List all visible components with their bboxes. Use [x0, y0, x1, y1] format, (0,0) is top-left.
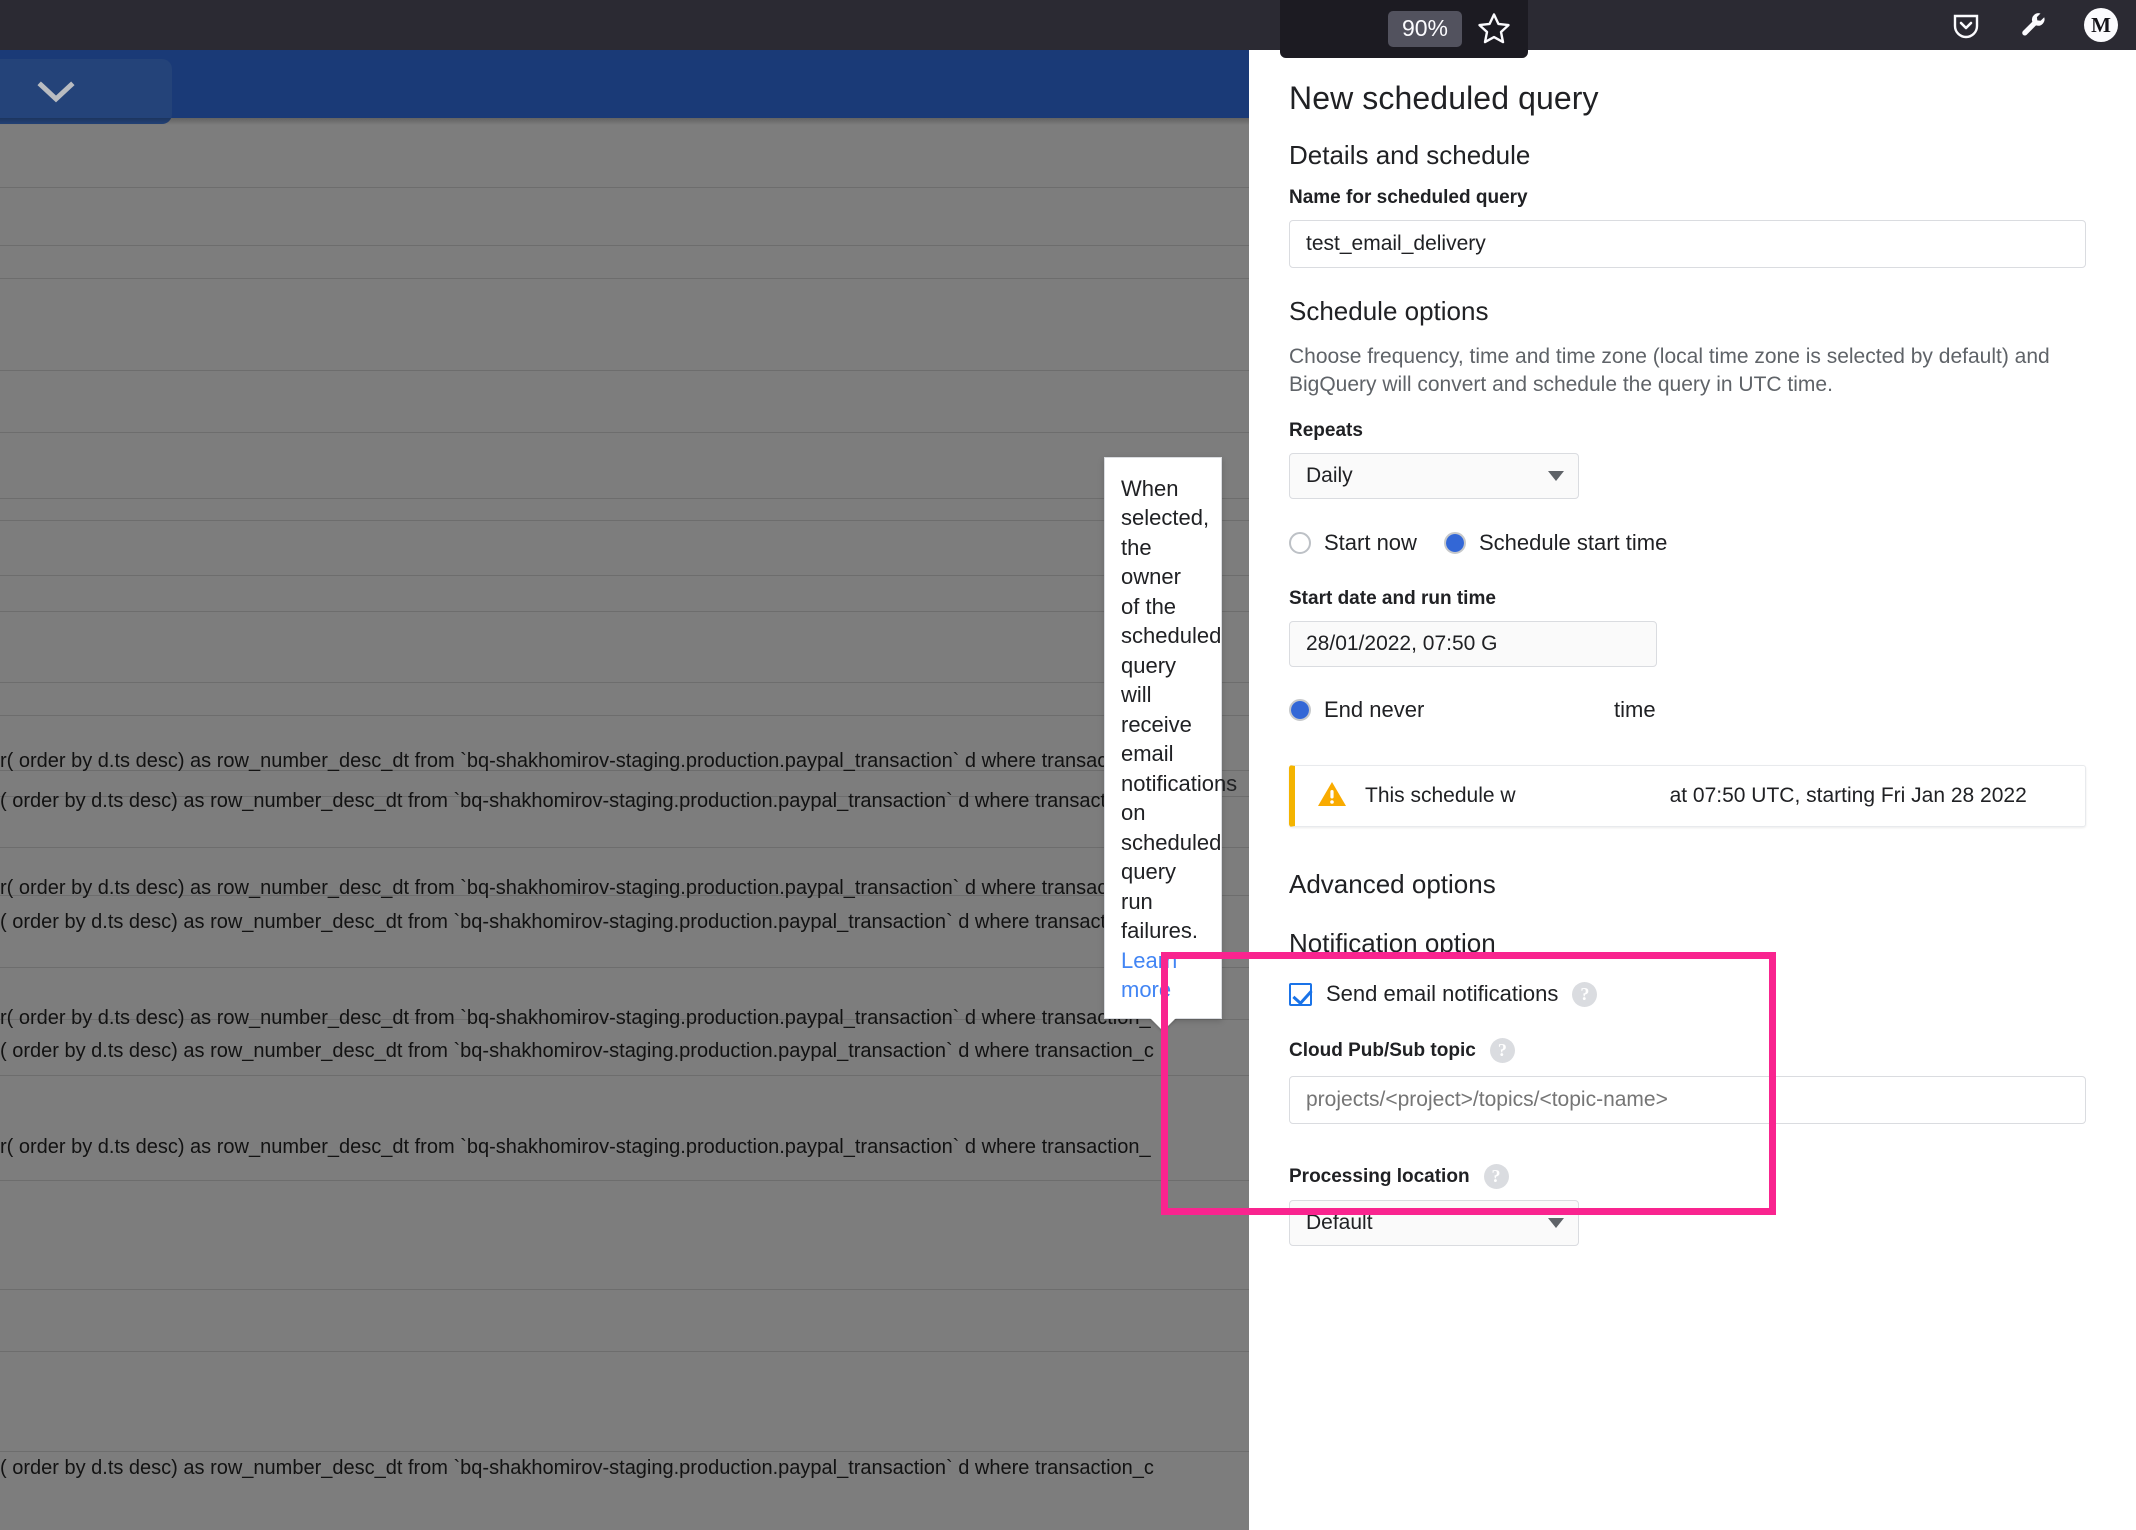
table-row [0, 279, 1250, 371]
table-row [0, 521, 1250, 576]
table-row [0, 576, 1250, 612]
console-blue-header [0, 50, 1250, 118]
sql-text-line: r( order by d.ts desc) as row_number_des… [0, 1136, 1260, 1159]
chevron-down-icon [1548, 471, 1564, 481]
table-row [0, 125, 1250, 188]
header-shadow [0, 118, 1250, 125]
radio-indicator [1444, 532, 1466, 554]
repeats-select[interactable]: Daily [1289, 453, 1579, 499]
processing-location-label: Processing location [1289, 1166, 1470, 1188]
radio-schedule-end-time[interactable]: time [1444, 697, 1656, 723]
warning-text-left: This schedule w [1365, 784, 1516, 808]
page-title: New scheduled query [1289, 80, 2096, 117]
table-row [0, 1181, 1250, 1290]
browser-toolbar: M [0, 0, 2136, 50]
radio-label: time [1614, 697, 1656, 723]
table-row [0, 1076, 1250, 1181]
help-circle-icon[interactable]: ? [1484, 1164, 1509, 1189]
processing-location-value: Default [1306, 1211, 1373, 1235]
warning-triangle-icon [1317, 780, 1347, 813]
table-row [0, 499, 1250, 521]
scheduled-query-name-input[interactable] [1289, 220, 2086, 268]
radio-start-now[interactable]: Start now [1289, 530, 1444, 556]
chevron-down-icon [34, 79, 78, 105]
radio-indicator [1289, 699, 1311, 721]
tooltip-body: When selected, the owner of the schedule… [1121, 476, 1237, 943]
schedule-helper-text: Choose frequency, time and time zone (lo… [1289, 343, 2089, 398]
radio-schedule-start-time[interactable]: Schedule start time [1444, 530, 1667, 556]
sql-text-line: ( order by d.ts desc) as row_number_desc… [0, 911, 1260, 934]
repeats-label: Repeats [1289, 420, 2096, 442]
browser-toolbar-icons: M [1950, 0, 2118, 50]
table-row [0, 683, 1250, 716]
radio-indicator [1289, 532, 1311, 554]
table-row [0, 1352, 1250, 1452]
chevron-down-icon [1548, 1218, 1564, 1228]
table-row [0, 246, 1250, 279]
pocket-icon[interactable] [1950, 9, 1982, 41]
send-email-notifications-label: Send email notifications [1326, 981, 1558, 1007]
wrench-icon[interactable] [2018, 10, 2048, 40]
table-row [0, 433, 1250, 499]
sql-text-line: ( order by d.ts desc) as row_number_desc… [0, 1457, 1260, 1480]
sql-text-line: r( order by d.ts desc) as row_number_des… [0, 1007, 1260, 1030]
repeats-selected-value: Daily [1306, 464, 1353, 488]
radio-label: End never [1324, 697, 1424, 723]
start-mode-radio-group: Start now Schedule start time [1289, 530, 2096, 556]
pubsub-label-row: Cloud Pub/Sub topic ? [1289, 1038, 2096, 1063]
table-row [0, 188, 1250, 246]
help-circle-icon[interactable]: ? [1572, 982, 1597, 1007]
details-section-heading: Details and schedule [1289, 140, 2096, 171]
start-date-label: Start date and run time [1289, 588, 2096, 610]
send-email-notifications-row[interactable]: Send email notifications ? [1289, 981, 2096, 1007]
screenshot-root: r( order by d.ts desc) as row_number_des… [0, 0, 2136, 1530]
sql-text-line: r( order by d.ts desc) as row_number_des… [0, 750, 1260, 773]
pubsub-topic-input[interactable] [1289, 1076, 2086, 1124]
sql-text-line: ( order by d.ts desc) as row_number_desc… [0, 790, 1260, 813]
table-row [0, 1290, 1250, 1352]
processing-location-label-row: Processing location ? [1289, 1164, 2096, 1189]
new-scheduled-query-panel: New scheduled query Details and schedule… [1249, 50, 2136, 1530]
zoom-level-badge[interactable]: 90% [1388, 11, 1462, 47]
pubsub-topic-label: Cloud Pub/Sub topic [1289, 1040, 1476, 1062]
warning-text-right: at 07:50 UTC, starting Fri Jan 28 2022 [1670, 784, 2027, 808]
send-email-notifications-checkbox[interactable] [1289, 983, 1312, 1006]
end-mode-radio-group: End never time [1289, 697, 2096, 723]
start-date-input[interactable]: 28/01/2022, 07:50 G [1289, 621, 1657, 667]
sql-text-line: r( order by d.ts desc) as row_number_des… [0, 877, 1260, 900]
schedule-section-heading: Schedule options [1289, 296, 2096, 327]
table-row [0, 371, 1250, 433]
radio-label: Schedule start time [1479, 530, 1667, 556]
help-circle-icon[interactable]: ? [1490, 1038, 1515, 1063]
table-row [0, 612, 1250, 683]
avatar[interactable]: M [2084, 8, 2118, 42]
start-date-value: 28/01/2022, 07:50 G [1306, 632, 1498, 656]
email-notifications-tooltip: When selected, the owner of the schedule… [1104, 457, 1222, 1019]
name-field-label: Name for scheduled query [1289, 187, 2096, 209]
tooltip-learn-more-link[interactable]: Learn more [1121, 948, 1177, 1002]
schedule-warning-banner: This schedule w at 07:50 UTC, starting F… [1289, 765, 2086, 827]
star-icon[interactable] [1476, 11, 1512, 47]
notification-options-heading: Notification option [1289, 928, 2096, 959]
processing-location-select[interactable]: Default [1289, 1200, 1579, 1246]
radio-label: Start now [1324, 530, 1417, 556]
sql-text-line: ( order by d.ts desc) as row_number_desc… [0, 1040, 1260, 1063]
radio-end-never[interactable]: End never [1289, 697, 1444, 723]
zoom-indicator-popout: 90% [1280, 0, 1528, 58]
advanced-options-heading: Advanced options [1289, 869, 2096, 900]
results-grid: r( order by d.ts desc) as row_number_des… [0, 125, 1250, 1530]
project-selector-chip[interactable] [0, 59, 172, 124]
